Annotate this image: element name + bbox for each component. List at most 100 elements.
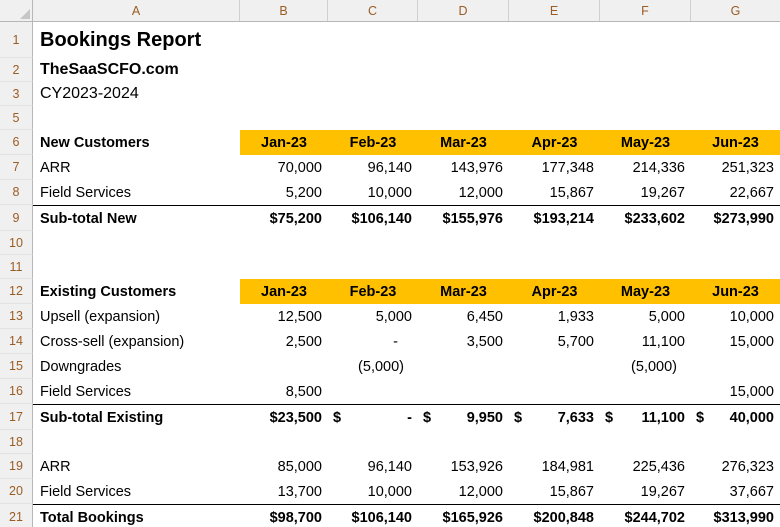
cell-g15[interactable] <box>691 354 780 379</box>
cell-d2[interactable] <box>418 58 509 82</box>
cell-f14[interactable]: 11,100 <box>600 329 691 354</box>
cell-f20[interactable]: 19,267 <box>600 479 691 504</box>
cell-g13[interactable]: 10,000 <box>691 304 780 329</box>
cell-c19[interactable]: 96,140 <box>328 454 418 479</box>
cell-b12-month[interactable]: Jan-23 <box>240 279 328 304</box>
cell-g12-month[interactable]: Jun-23 <box>691 279 780 304</box>
cell-f12-month[interactable]: May-23 <box>600 279 691 304</box>
cell-c18[interactable] <box>328 430 418 454</box>
cell-f18[interactable] <box>600 430 691 454</box>
row-header-1[interactable]: 1 <box>0 22 33 58</box>
cell-b17[interactable]: $23,500 <box>240 404 328 430</box>
cell-g16[interactable]: 15,000 <box>691 379 780 404</box>
cell-d7[interactable]: 143,976 <box>418 155 509 180</box>
row-header-10[interactable]: 10 <box>0 231 33 255</box>
cell-b16[interactable]: 8,500 <box>240 379 328 404</box>
cell-b18[interactable] <box>240 430 328 454</box>
cell-g18[interactable] <box>691 430 780 454</box>
cell-b6-month[interactable]: Jan-23 <box>240 130 328 155</box>
column-header-e[interactable]: E <box>509 0 600 21</box>
cell-d3[interactable] <box>418 82 509 106</box>
cell-e7[interactable]: 177,348 <box>509 155 600 180</box>
cell-c12-month[interactable]: Feb-23 <box>328 279 418 304</box>
cell-g11[interactable] <box>691 255 780 279</box>
cell-c5[interactable] <box>328 106 418 130</box>
cell-a5[interactable] <box>33 106 240 130</box>
cell-g10[interactable] <box>691 231 780 255</box>
cell-c2[interactable] <box>328 58 418 82</box>
cell-d1[interactable] <box>418 22 509 58</box>
cell-f11[interactable] <box>600 255 691 279</box>
row-header-2[interactable]: 2 <box>0 58 33 82</box>
cell-a14-label[interactable]: Cross-sell (expansion) <box>33 329 240 354</box>
cell-e15[interactable] <box>509 354 600 379</box>
cell-e10[interactable] <box>509 231 600 255</box>
cell-d18[interactable] <box>418 430 509 454</box>
cell-g17[interactable]: $ 40,000 <box>691 404 780 430</box>
cell-a6-section-label[interactable]: New Customers <box>33 130 240 155</box>
cell-d19[interactable]: 153,926 <box>418 454 509 479</box>
cell-e18[interactable] <box>509 430 600 454</box>
column-header-d[interactable]: D <box>418 0 509 21</box>
cell-a13-label[interactable]: Upsell (expansion) <box>33 304 240 329</box>
cell-c8[interactable]: 10,000 <box>328 180 418 205</box>
cell-b10[interactable] <box>240 231 328 255</box>
row-header-3[interactable]: 3 <box>0 82 33 106</box>
row-header-17[interactable]: 17 <box>0 404 33 430</box>
row-header-15[interactable]: 15 <box>0 354 33 379</box>
cell-a18[interactable] <box>33 430 240 454</box>
cell-g3[interactable] <box>691 82 780 106</box>
cell-c3[interactable] <box>328 82 418 106</box>
cell-a11[interactable] <box>33 255 240 279</box>
cell-c6-month[interactable]: Feb-23 <box>328 130 418 155</box>
cell-e20[interactable]: 15,867 <box>509 479 600 504</box>
cell-a10[interactable] <box>33 231 240 255</box>
cell-g19[interactable]: 276,323 <box>691 454 780 479</box>
row-header-9[interactable]: 9 <box>0 205 33 231</box>
cell-f2[interactable] <box>600 58 691 82</box>
cell-f17[interactable]: $ 11,100 <box>600 404 691 430</box>
cell-f21[interactable]: $244,702 <box>600 504 691 527</box>
column-header-a[interactable]: A <box>33 0 240 21</box>
row-header-16[interactable]: 16 <box>0 379 33 404</box>
cell-f16[interactable] <box>600 379 691 404</box>
cell-g20[interactable]: 37,667 <box>691 479 780 504</box>
row-header-7[interactable]: 7 <box>0 155 33 180</box>
column-header-c[interactable]: C <box>328 0 418 21</box>
cell-e3[interactable] <box>509 82 600 106</box>
cell-e14[interactable]: 5,700 <box>509 329 600 354</box>
cell-a20-label[interactable]: Field Services <box>33 479 240 504</box>
row-header-5[interactable]: 5 <box>0 106 33 130</box>
cell-e5[interactable] <box>509 106 600 130</box>
cell-g21[interactable]: $313,990 <box>691 504 780 527</box>
cell-g14[interactable]: 15,000 <box>691 329 780 354</box>
cell-b9[interactable]: $75,200 <box>240 205 328 231</box>
row-header-20[interactable]: 20 <box>0 479 33 504</box>
cell-a16-label[interactable]: Field Services <box>33 379 240 404</box>
cell-g7[interactable]: 251,323 <box>691 155 780 180</box>
cell-d12-month[interactable]: Mar-23 <box>418 279 509 304</box>
cell-c17[interactable]: $ - <box>328 404 418 430</box>
cell-a8-label[interactable]: Field Services <box>33 180 240 205</box>
cell-b21[interactable]: $98,700 <box>240 504 328 527</box>
cell-e17[interactable]: $ 7,633 <box>509 404 600 430</box>
cell-e8[interactable]: 15,867 <box>509 180 600 205</box>
cell-c1[interactable] <box>328 22 418 58</box>
cell-b5[interactable] <box>240 106 328 130</box>
cell-g2[interactable] <box>691 58 780 82</box>
cell-b1[interactable] <box>240 22 328 58</box>
cell-b7[interactable]: 70,000 <box>240 155 328 180</box>
cell-g8[interactable]: 22,667 <box>691 180 780 205</box>
row-header-14[interactable]: 14 <box>0 329 33 354</box>
row-header-12[interactable]: 12 <box>0 279 33 304</box>
cell-e13[interactable]: 1,933 <box>509 304 600 329</box>
cell-c16[interactable] <box>328 379 418 404</box>
cell-d17[interactable]: $ 9,950 <box>418 404 509 430</box>
cell-f19[interactable]: 225,436 <box>600 454 691 479</box>
cell-a1-title[interactable]: Bookings Report <box>33 22 240 58</box>
cell-f6-month[interactable]: May-23 <box>600 130 691 155</box>
cell-b8[interactable]: 5,200 <box>240 180 328 205</box>
cell-d5[interactable] <box>418 106 509 130</box>
select-all-corner[interactable] <box>0 0 33 21</box>
row-header-11[interactable]: 11 <box>0 255 33 279</box>
